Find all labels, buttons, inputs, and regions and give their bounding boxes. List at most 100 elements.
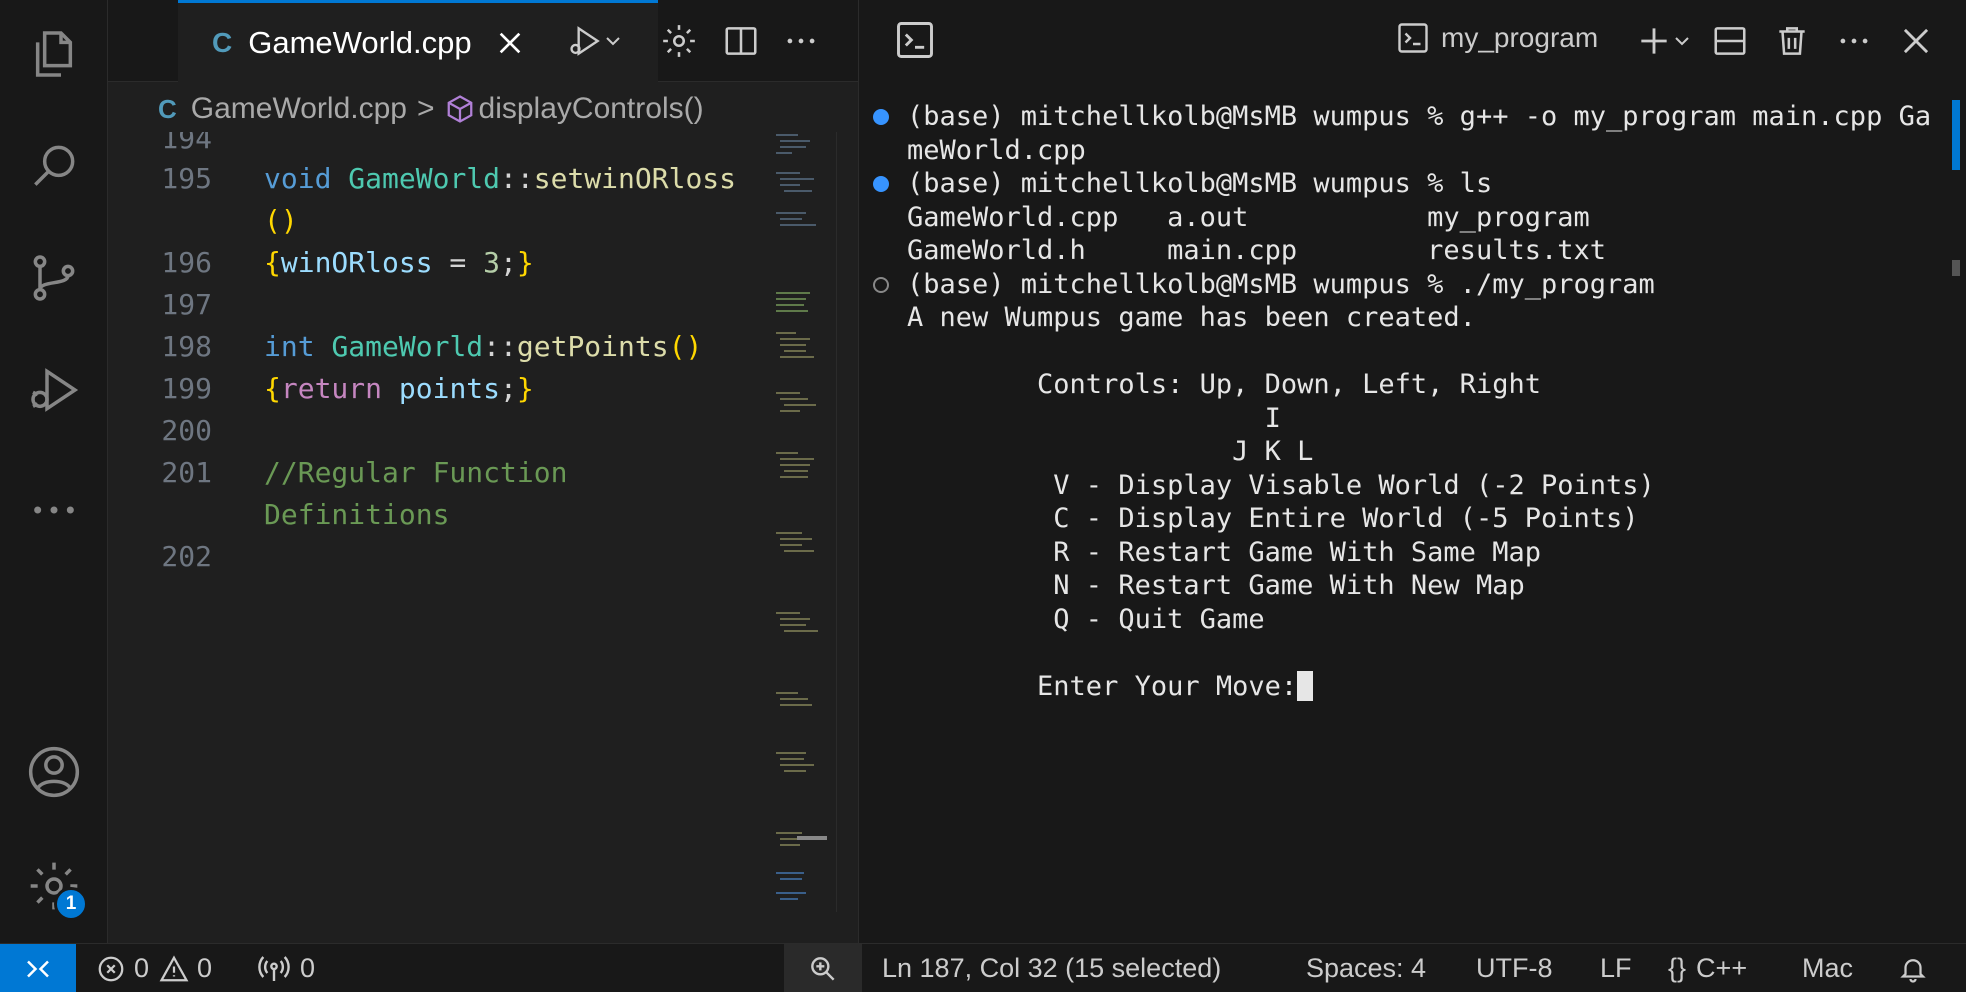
- terminal-line: V - Display Visable World (-2 Points): [873, 469, 1943, 503]
- terminal-line-text: N - Restart Game With New Map: [907, 570, 1525, 601]
- code-line: Definitions: [264, 498, 450, 531]
- terminal-line: (base) mitchellkolb@MsMB wumpus % ls: [873, 167, 1943, 201]
- account-icon[interactable]: [0, 732, 108, 812]
- settings-gear-icon[interactable]: [0, 846, 108, 926]
- terminal-cursor: [1297, 670, 1314, 701]
- line-number: 198: [161, 330, 212, 363]
- line-number: 194: [161, 132, 212, 155]
- terminal-prompt: Enter Your Move:: [907, 670, 1298, 702]
- explorer-icon[interactable]: [0, 14, 108, 94]
- encoding[interactable]: UTF-8: [1476, 944, 1553, 992]
- terminal-name: my_program: [1441, 22, 1599, 53]
- code-line: (): [264, 204, 298, 237]
- terminal-line: Controls: Up, Down, Left, Right: [873, 368, 1943, 402]
- cursor-position[interactable]: Ln 187, Col 32 (15 selected): [882, 944, 1221, 992]
- run-debug-icon[interactable]: [0, 350, 108, 430]
- command-status-dot[interactable]: [873, 276, 889, 293]
- code-line: //Regular Function: [264, 456, 568, 489]
- code-line: void GameWorld::setwinORloss: [264, 162, 737, 195]
- terminal-tab[interactable]: my_program: [1395, 20, 1598, 56]
- more-icon[interactable]: [0, 470, 108, 550]
- split-editor-icon[interactable]: [716, 16, 766, 66]
- terminal-icon[interactable]: [893, 18, 937, 67]
- terminal-line-text: GameWorld.h main.cpp results.txt: [907, 235, 1606, 266]
- line-number: 196: [161, 246, 212, 279]
- terminal-line: (base) mitchellkolb@MsMB wumpus % ./my_p…: [873, 268, 1943, 302]
- braces-icon: {}: [1668, 953, 1687, 983]
- terminal-line-text: J K L: [907, 436, 1314, 467]
- line-number: 200: [161, 414, 212, 447]
- terminal-prompt-line[interactable]: Enter Your Move:: [873, 670, 1943, 704]
- zoom-button[interactable]: [784, 944, 862, 992]
- language-label: C++: [1696, 953, 1748, 983]
- terminal-line-text: meWorld.cpp: [907, 134, 1086, 166]
- terminal-line: I: [873, 402, 1943, 436]
- settings-badge: 1: [54, 887, 88, 921]
- breadcrumb-symbol[interactable]: displayControls(): [479, 92, 704, 126]
- editor-group: C GameWorld.cpp C GameWorld.cpp > displa…: [108, 0, 858, 943]
- search-icon[interactable]: [0, 126, 108, 206]
- code-editor[interactable]: 194 195 196 197 198 199 200 201 202 void…: [108, 132, 748, 943]
- terminal-output[interactable]: (base) mitchellkolb@MsMB wumpus % g++ -o…: [873, 100, 1943, 920]
- split-terminal-icon[interactable]: [1705, 16, 1755, 66]
- editor-scrollbar[interactable]: [797, 132, 856, 912]
- ports-indicator[interactable]: 0: [258, 944, 315, 992]
- tab-label: GameWorld.cpp: [248, 24, 472, 60]
- chevron-down-icon[interactable]: [1667, 16, 1697, 66]
- trash-icon[interactable]: [1767, 16, 1817, 66]
- terminal-line-text: Q - Quit Game: [907, 603, 1265, 635]
- ports-count: 0: [300, 953, 316, 983]
- notifications-bell[interactable]: [1898, 944, 1928, 992]
- terminal-line: C - Display Entire World (-5 Points): [873, 502, 1943, 536]
- error-icon: [98, 956, 124, 981]
- line-ending[interactable]: LF: [1600, 944, 1632, 992]
- terminal-line: (base) mitchellkolb@MsMB wumpus % g++ -o…: [873, 100, 1943, 134]
- terminal-line: J K L: [873, 435, 1943, 469]
- minimap[interactable]: [766, 132, 830, 912]
- terminal-line-text: R - Restart Game With Same Map: [907, 536, 1541, 568]
- source-control-icon[interactable]: [0, 238, 108, 318]
- terminal-panel: my_program (base) mitchellkolb@MsMB wump…: [858, 0, 1966, 943]
- terminal-toolbar: my_program: [859, 0, 1966, 82]
- problems-indicator[interactable]: 0 0: [96, 944, 212, 992]
- editor-tab-bar: C GameWorld.cpp: [108, 0, 858, 82]
- breadcrumb-separator: >: [416, 92, 435, 125]
- terminal-line-text: (base) mitchellkolb@MsMB wumpus % ./my_p…: [907, 268, 1655, 300]
- command-status-dot[interactable]: [873, 176, 889, 192]
- remote-indicator[interactable]: [0, 944, 76, 992]
- terminal-line: meWorld.cpp: [873, 134, 1943, 168]
- line-number: 199: [161, 372, 212, 405]
- bell-icon: [1900, 958, 1926, 983]
- terminal-line-text: A new Wumpus game has been created.: [907, 302, 1476, 333]
- breadcrumb-file[interactable]: GameWorld.cpp: [191, 92, 407, 126]
- method-cube-icon: [447, 95, 472, 123]
- close-icon[interactable]: [1891, 16, 1941, 66]
- sash-handle[interactable]: [797, 836, 827, 840]
- language-mode[interactable]: {} C++: [1668, 944, 1747, 992]
- terminal-line: R - Restart Game With Same Map: [873, 536, 1943, 570]
- terminal-tab-icon: [1398, 23, 1428, 53]
- settings-icon[interactable]: [654, 16, 704, 66]
- breadcrumb: C GameWorld.cpp > displayControls(): [108, 86, 858, 132]
- line-number: 197: [161, 288, 212, 321]
- error-count: 0: [134, 953, 150, 983]
- command-status-dot[interactable]: [873, 109, 889, 125]
- terminal-line-text: V - Display Visable World (-2 Points): [907, 469, 1655, 501]
- warning-count: 0: [197, 953, 213, 983]
- terminal-line-text: I: [907, 402, 1281, 434]
- line-number: 195: [161, 162, 212, 195]
- keymap[interactable]: Mac: [1802, 944, 1853, 992]
- more-actions-icon[interactable]: [776, 16, 826, 66]
- more-actions-icon[interactable]: [1829, 16, 1879, 66]
- chevron-down-icon[interactable]: [598, 16, 628, 66]
- terminal-scroll-marker: [1952, 260, 1960, 276]
- code-line: {return points;}: [264, 372, 534, 405]
- close-icon[interactable]: [494, 27, 526, 59]
- terminal-line-text: C - Display Entire World (-5 Points): [907, 503, 1639, 534]
- indentation[interactable]: Spaces: 4: [1306, 944, 1426, 992]
- terminal-line: N - Restart Game With New Map: [873, 569, 1943, 603]
- terminal-line: Q - Quit Game: [873, 603, 1943, 637]
- line-number: 201: [161, 456, 212, 489]
- terminal-scrollbar[interactable]: [1952, 100, 1960, 170]
